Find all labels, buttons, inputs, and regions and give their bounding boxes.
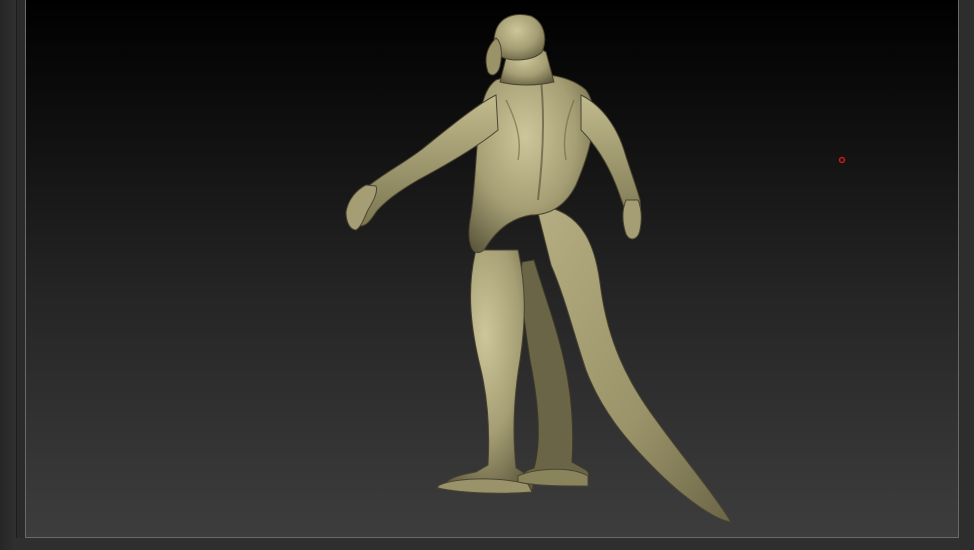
sculpt-application [0, 0, 974, 550]
model-render [345, 14, 846, 523]
creature-front-leg [445, 249, 534, 493]
right-tray[interactable] [960, 0, 974, 550]
viewport-canvas[interactable] [25, 0, 959, 538]
creature-right-hand [622, 199, 642, 240]
bottom-tray[interactable] [16, 538, 960, 550]
brush-cursor-icon [838, 156, 846, 164]
left-tray[interactable] [0, 0, 17, 550]
creature-snout [485, 37, 502, 76]
